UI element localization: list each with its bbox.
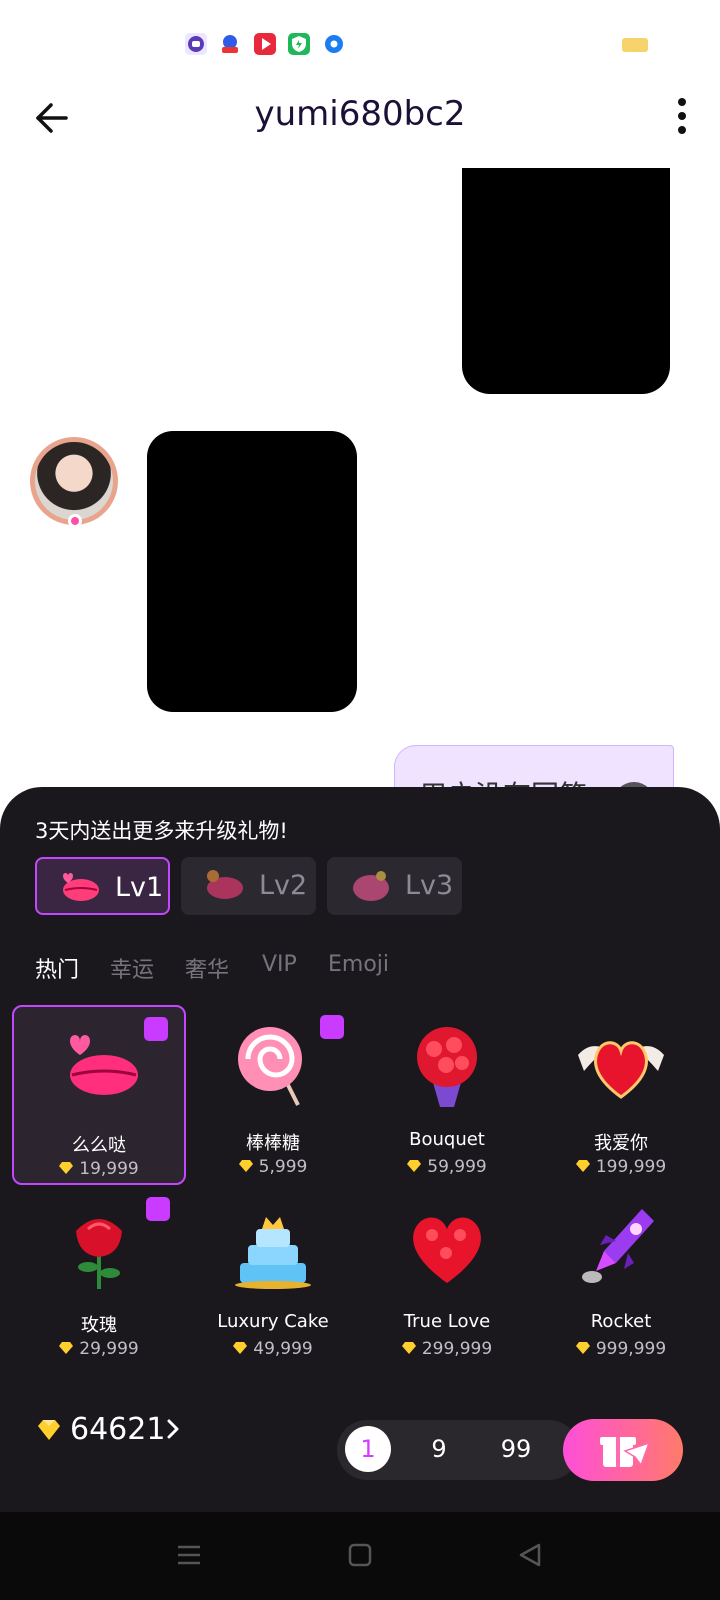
quantity-option-1[interactable]: 1 xyxy=(345,1426,391,1472)
chevron-right-icon xyxy=(167,1419,179,1439)
diamond-icon xyxy=(401,1342,416,1354)
diamond-icon xyxy=(59,1162,74,1174)
gift-name: Rocket xyxy=(590,1311,652,1332)
menu-icon[interactable] xyxy=(174,1540,204,1570)
battery-icon xyxy=(622,38,648,52)
kebab-menu-icon xyxy=(678,98,686,134)
gift-item-true-love[interactable]: True Love 299,999 xyxy=(360,1187,534,1367)
gift-item-lollipop[interactable]: 棒棒糖 5,999 xyxy=(186,1005,360,1185)
rose-heart-icon xyxy=(413,1217,481,1283)
tab-emoji[interactable]: Emoji xyxy=(328,952,389,977)
gift-price: 59,999 xyxy=(360,1157,534,1177)
diamond-icon xyxy=(575,1342,590,1354)
home-icon[interactable] xyxy=(345,1540,375,1570)
chat-header: yumi680bc2 xyxy=(0,88,720,168)
gift-name: True Love xyxy=(403,1311,491,1332)
diamond-icon xyxy=(59,1342,74,1354)
diamond-icon xyxy=(233,1342,248,1354)
level-label: Lv1 xyxy=(115,872,164,903)
diamond-icon xyxy=(38,1420,60,1440)
avatar[interactable] xyxy=(30,437,118,525)
gift-price: 49,999 xyxy=(186,1339,360,1359)
gift-item-rocket[interactable]: Rocket 999,999 xyxy=(534,1187,708,1367)
kiss-lips-icon xyxy=(70,1035,138,1095)
gift-name: 玫瑰 xyxy=(81,1315,117,1336)
app-icon-purple xyxy=(185,33,207,55)
rose-icon xyxy=(76,1219,122,1289)
quantity-selector: 1 9 99 xyxy=(337,1420,579,1480)
gift-price: 999,999 xyxy=(534,1339,708,1359)
gift-name: 么么哒 xyxy=(72,1135,126,1156)
kiss-lips-icon xyxy=(63,873,99,901)
gift-price: 19,999 xyxy=(14,1159,184,1179)
upgrade-hint: 3天内送出更多来升级礼物! xyxy=(35,819,288,843)
gift-send-icon xyxy=(600,1437,651,1467)
baidu-icon xyxy=(219,33,241,55)
hot-badge-icon xyxy=(146,1197,170,1221)
level-tab-2[interactable]: Lv2 xyxy=(181,857,316,915)
level-label: Lv2 xyxy=(259,870,308,901)
gift-item-luxury-cake[interactable]: Luxury Cake 49,999 xyxy=(186,1187,360,1367)
gift-price: 299,999 xyxy=(360,1339,534,1359)
winged-heart-icon xyxy=(578,1041,664,1099)
gift-item-bouquet[interactable]: Bouquet 59,999 xyxy=(360,1005,534,1185)
tab-lucky[interactable]: 幸运 xyxy=(110,952,154,984)
hot-badge-icon xyxy=(320,1015,344,1039)
bouquet-icon xyxy=(417,1027,477,1107)
tab-luxury[interactable]: 奢华 xyxy=(185,952,229,984)
diamond-icon xyxy=(575,1160,590,1172)
gift-panel: 3天内送出更多来升级礼物! Lv1 Lv2 Lv3 热门 幸运 奢华 VIP E… xyxy=(0,787,720,1512)
cake-icon xyxy=(235,1217,311,1289)
balance-amount: 64621 xyxy=(70,1412,166,1447)
tab-hot[interactable]: 热门 xyxy=(35,952,79,984)
system-nav-bar xyxy=(0,1512,720,1600)
kiss-lips-icon xyxy=(353,871,389,901)
quantity-option-9[interactable]: 9 xyxy=(416,1426,462,1472)
tab-vip[interactable]: VIP xyxy=(262,952,297,977)
level-tab-1[interactable]: Lv1 xyxy=(35,857,170,915)
quantity-option-99[interactable]: 99 xyxy=(493,1426,539,1472)
video-icon xyxy=(254,33,276,55)
more-button[interactable] xyxy=(676,96,688,136)
gift-item-i-love-you[interactable]: 我爱你 199,999 xyxy=(534,1005,708,1185)
gift-item-rose[interactable]: 玫瑰 29,999 xyxy=(12,1187,186,1367)
page-title: yumi680bc2 xyxy=(254,94,466,134)
status-bar xyxy=(0,0,720,88)
gift-price: 199,999 xyxy=(534,1157,708,1177)
gift-price: 29,999 xyxy=(12,1339,186,1359)
media-message-incoming[interactable] xyxy=(147,431,357,712)
gift-name: Bouquet xyxy=(409,1129,485,1150)
browser-icon xyxy=(323,33,345,55)
back-triangle-icon[interactable] xyxy=(515,1540,545,1570)
level-tab-3[interactable]: Lv3 xyxy=(327,857,462,915)
shield-icon xyxy=(288,33,310,55)
hot-badge-icon xyxy=(144,1017,168,1041)
gift-name: Luxury Cake xyxy=(217,1311,329,1332)
rocket-icon xyxy=(582,1209,654,1283)
avatar-badge xyxy=(68,514,82,528)
gift-name: 我爱你 xyxy=(594,1133,648,1154)
send-gift-button[interactable] xyxy=(563,1419,683,1481)
gift-price: 5,999 xyxy=(186,1157,360,1177)
diamond-icon xyxy=(407,1160,422,1172)
level-label: Lv3 xyxy=(405,870,454,901)
lollipop-icon xyxy=(238,1027,302,1106)
kiss-lips-icon xyxy=(207,870,243,899)
gift-name: 棒棒糖 xyxy=(246,1133,300,1154)
diamond-icon xyxy=(238,1160,253,1172)
gift-item-kiss[interactable]: 么么哒 19,999 xyxy=(12,1005,186,1185)
media-message-outgoing[interactable] xyxy=(462,168,670,394)
